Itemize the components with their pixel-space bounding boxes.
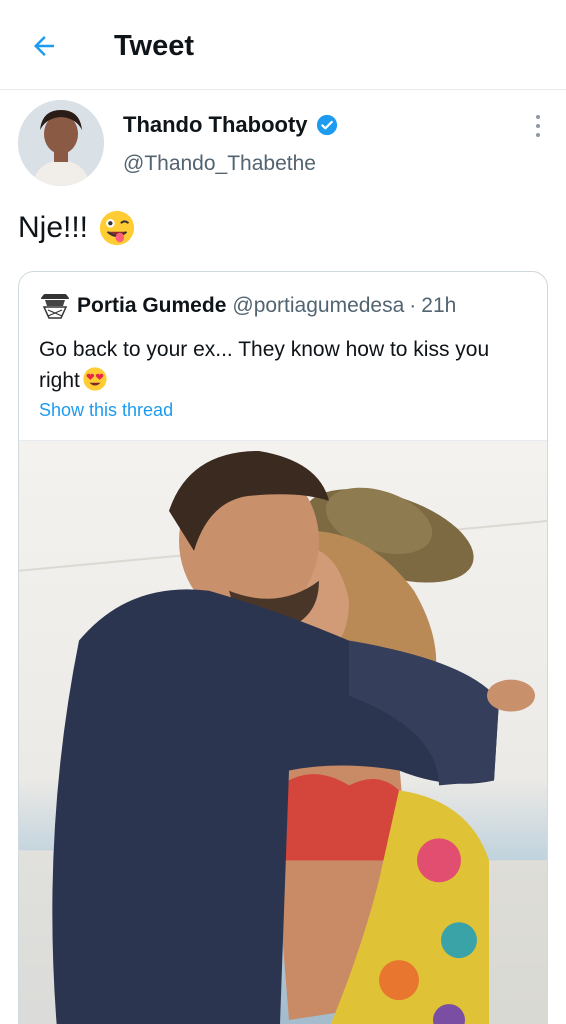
more-options-button[interactable] xyxy=(528,112,548,140)
quoted-tweet-text: Go back to your ex... They know how to k… xyxy=(39,334,529,396)
heart-eyes-emoji-icon xyxy=(83,367,107,391)
back-button[interactable] xyxy=(26,28,62,64)
verified-badge-icon xyxy=(316,114,337,136)
quoted-author-handle: @portiagumedesa xyxy=(232,294,405,317)
quoted-tweet-time: 21h xyxy=(421,294,457,317)
quoted-tweet[interactable]: Portia Gumede @portiagumedesa · 21h Go b… xyxy=(18,271,548,1024)
avatar[interactable] xyxy=(18,100,104,186)
page-title: Tweet xyxy=(114,30,195,62)
tweet-author: Thando Thabooty @Thando_Thabethe xyxy=(18,100,548,190)
top-bar: Tweet xyxy=(0,0,566,90)
separator-dot: · xyxy=(409,294,417,317)
arrow-left-icon xyxy=(34,36,54,56)
quoted-tweet-header: Portia Gumede @portiagumedesa · 21h xyxy=(39,290,456,322)
zany-face-emoji-icon xyxy=(99,210,135,246)
tweet-text-content: Nje!!! xyxy=(18,211,89,244)
author-name-row: Thando Thabooty xyxy=(123,112,338,138)
author-name[interactable]: Thando Thabooty xyxy=(123,112,308,138)
quoted-tweet-photo[interactable] xyxy=(19,440,548,1024)
show-thread-link[interactable]: Show this thread xyxy=(39,400,173,421)
quoted-author-avatar xyxy=(39,290,71,322)
more-vertical-icon xyxy=(536,114,540,119)
quoted-author-name: Portia Gumede xyxy=(77,294,227,317)
tweet-text: Nje!!! xyxy=(18,208,136,248)
author-handle[interactable]: @Thando_Thabethe xyxy=(123,151,316,177)
